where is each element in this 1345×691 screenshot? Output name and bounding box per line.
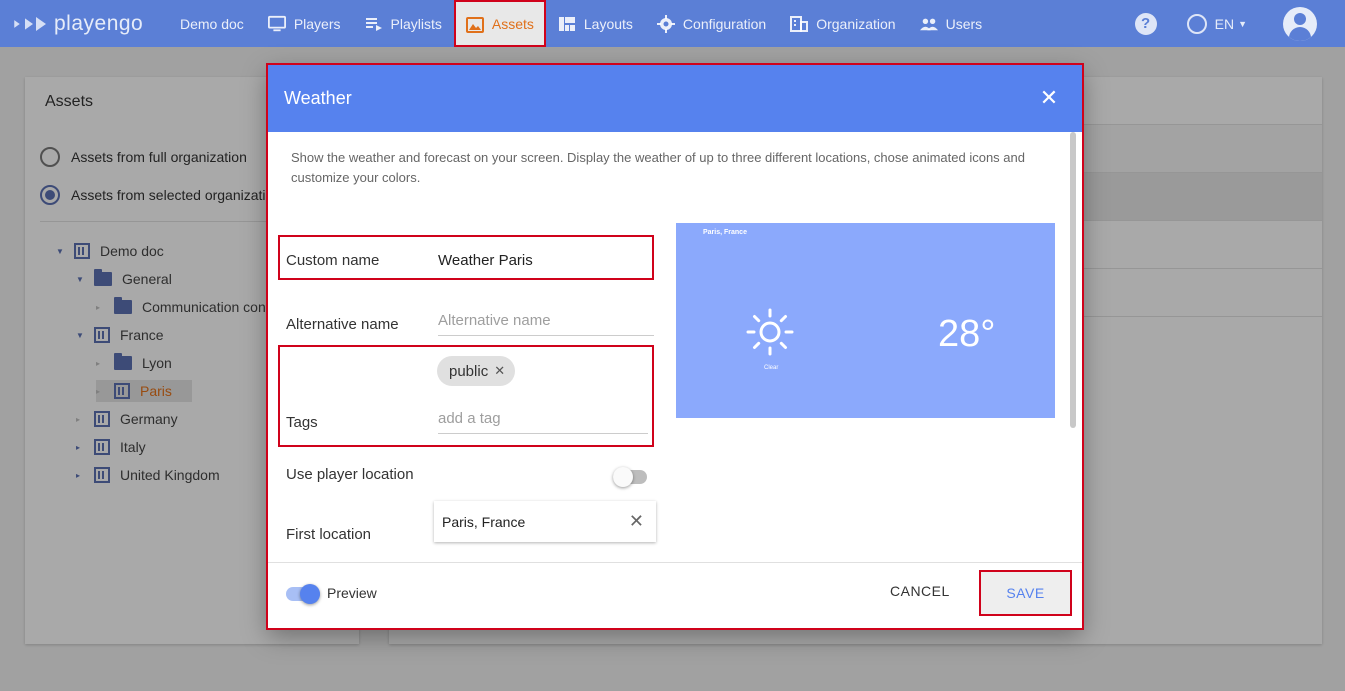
clear-icon[interactable]: ✕ [629, 511, 644, 532]
nav-label: Users [945, 15, 983, 32]
monitor-icon [267, 15, 286, 33]
gear-icon [656, 14, 675, 33]
logo-text: playengo [54, 11, 144, 35]
custom-name-row: Custom name Weather Paris [286, 252, 533, 269]
nav-label: Players [293, 15, 341, 32]
custom-name-input[interactable]: Weather Paris [438, 252, 533, 269]
tag-chip-label: public [449, 362, 489, 380]
alternative-name-input[interactable]: Alternative name [438, 312, 654, 336]
first-location-input[interactable]: Paris, France ✕ [434, 501, 656, 542]
nav-label: Demo doc [180, 15, 244, 32]
weather-dialog: Weather ✕ Show the weather and forecast … [266, 63, 1084, 630]
nav-label: Layouts [583, 15, 633, 32]
image-icon [465, 15, 484, 33]
toggle-knob [300, 584, 320, 604]
nav-players[interactable]: Players [256, 0, 353, 47]
nav-playlists[interactable]: Playlists [353, 0, 454, 47]
nav-right-controls: ? EN ▼ [1134, 0, 1345, 47]
alternative-name-row: Alternative name Alternative name [286, 312, 654, 336]
nav-configuration[interactable]: Configuration [645, 0, 778, 47]
dialog-header: Weather ✕ [268, 65, 1082, 132]
logo-icon [12, 16, 46, 31]
caret-down-icon: ▼ [1238, 18, 1247, 29]
first-location-value: Paris, France [442, 513, 526, 530]
top-navigation-bar: playengo Demo doc Players Playlists Asse… [0, 0, 1345, 47]
preview-condition: Clear [764, 365, 779, 371]
nav-layouts[interactable]: Layouts [546, 0, 645, 47]
sun-icon [746, 308, 794, 356]
cancel-button[interactable]: CANCEL [890, 583, 950, 599]
layout-icon [558, 15, 576, 33]
close-icon[interactable]: ✕ [1038, 87, 1060, 109]
alternative-name-label: Alternative name [286, 315, 399, 333]
preview-location: Paris, France [703, 229, 747, 236]
toggle-knob [613, 467, 633, 487]
nav-organization[interactable]: Organization [778, 0, 907, 47]
tags-row: Tags add a tag [286, 410, 648, 434]
preview-toggle-label: Preview [327, 585, 377, 601]
tag-input[interactable]: add a tag [438, 410, 648, 434]
language-code: EN [1214, 15, 1235, 32]
globe-icon [1186, 13, 1207, 34]
use-location-toggle[interactable] [613, 467, 647, 487]
weather-preview: Paris, France Clear 28° [676, 223, 1055, 418]
nav-label: Assets [491, 15, 534, 32]
language-selector[interactable]: EN ▼ [1186, 13, 1247, 34]
main-nav: Demo doc Players Playlists Assets Layout… [168, 0, 994, 47]
nav-users[interactable]: Users [908, 0, 995, 47]
remove-tag-icon[interactable]: ✕ [494, 363, 505, 379]
use-location-label: Use player location [286, 466, 414, 483]
app-logo[interactable]: playengo [12, 12, 168, 36]
tag-chip[interactable]: public ✕ [437, 356, 516, 386]
first-location-label: First location [286, 526, 372, 543]
nav-demo-doc[interactable]: Demo doc [168, 0, 256, 47]
building-icon [790, 15, 809, 33]
users-icon [919, 15, 938, 33]
preview-temperature: 28° [938, 313, 996, 355]
first-location-row: First location [286, 526, 438, 543]
help-icon[interactable]: ? [1134, 12, 1157, 35]
nav-label: Playlists [390, 15, 442, 32]
nav-label: Configuration [682, 15, 767, 32]
dialog-description: Show the weather and forecast on your sc… [291, 150, 1025, 185]
save-button[interactable]: SAVE [979, 570, 1072, 616]
use-location-row: Use player location [286, 466, 486, 483]
custom-name-label: Custom name [286, 252, 380, 269]
nav-assets[interactable]: Assets [453, 0, 546, 47]
nav-label: Organization [816, 15, 896, 32]
dialog-scrollbar[interactable] [1070, 132, 1076, 428]
playlist-icon [365, 15, 383, 33]
dialog-footer: Preview CANCEL SAVE [268, 562, 1082, 628]
account-avatar-icon[interactable] [1283, 6, 1317, 41]
tags-label: Tags [286, 413, 318, 431]
preview-toggle[interactable] [286, 584, 320, 604]
dialog-title: Weather [284, 88, 352, 108]
